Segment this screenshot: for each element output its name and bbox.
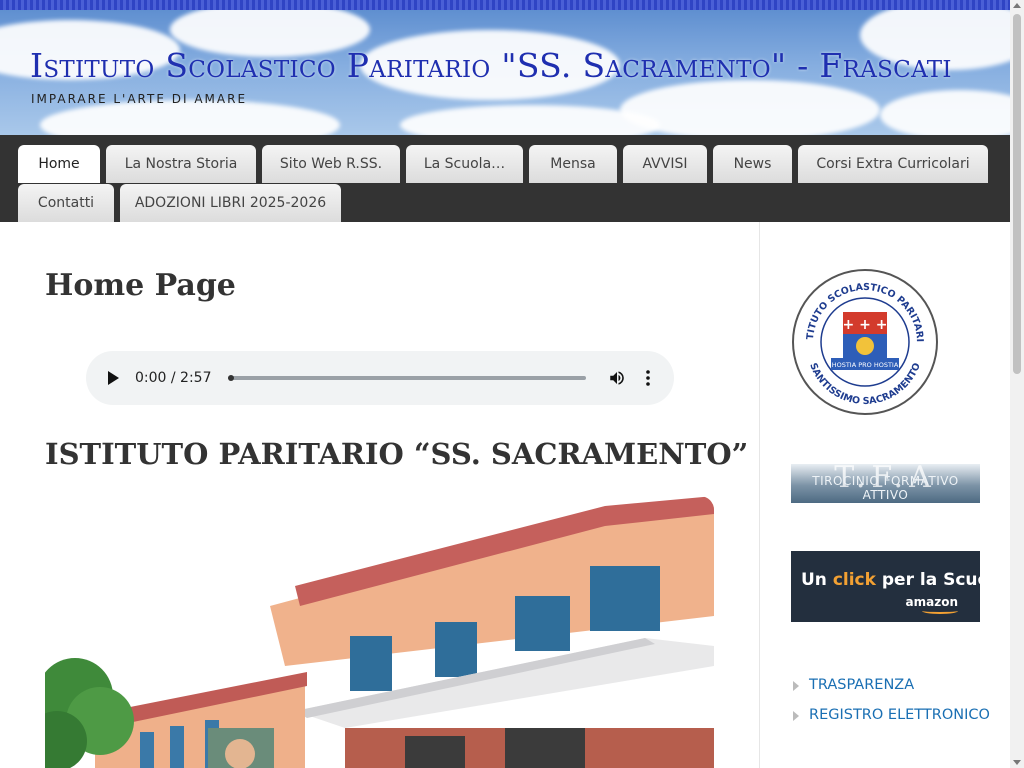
scroll-up-icon[interactable] [1013,3,1021,8]
school-building-photo [45,496,714,768]
logo-motto: HOSTIA PRO HOSTIA [832,361,899,369]
nav-la-nostra-storia[interactable]: La Nostra Storia [106,145,256,183]
scrollbar-thumb[interactable] [1013,14,1021,374]
nav-contatti[interactable]: Contatti [18,184,114,222]
audio-progress-knob[interactable] [227,375,234,381]
nav-home[interactable]: Home [18,145,100,183]
nav-news[interactable]: News [713,145,792,183]
nav-la-scuola[interactable]: La Scuola… [406,145,523,183]
sidebar-links: TRASPARENZA REGISTRO ELETTRONICO [793,670,993,730]
section-title: ISTITUTO PARITARIO “SS. SACRAMENTO” [45,437,749,471]
site-title[interactable]: Istituto Scolastico Paritario "SS. Sacra… [30,46,952,85]
nav-corsi-extra-curricolari[interactable]: Corsi Extra Curricolari [798,145,988,183]
main-content: Home Page 0:00 / 2:57 ISTITUTO PARITARIO… [0,222,759,768]
nav-sito-web-rss[interactable]: Sito Web R.SS. [262,145,400,183]
tfa-caption: TIROCINIO FORMATIVO ATTIVO [812,474,959,502]
school-logo[interactable]: ISTITUTO SCOLASTICO PARITARIO SANTISSIMO… [791,268,939,416]
more-vert-icon[interactable] [640,369,656,387]
sidebar: ISTITUTO SCOLASTICO PARITARIO SANTISSIMO… [759,222,1010,768]
svg-text:+ + +: + + + [843,317,888,333]
page-scrollbar[interactable] [1010,0,1024,768]
link-registro-elettronico[interactable]: REGISTRO ELETTRONICO [793,700,993,730]
link-trasparenza[interactable]: TRASPARENZA [793,670,993,700]
audio-progress-bar[interactable] [227,375,586,381]
play-icon[interactable] [108,371,119,385]
amazon-smile-icon [922,608,958,614]
amazon-banner-text: Un click per la Scuola [801,570,1007,590]
nav-adozioni-libri[interactable]: ADOZIONI LIBRI 2025-2026 [120,184,341,222]
nav-mensa[interactable]: Mensa [529,145,617,183]
amazon-brand: amazon [905,595,958,609]
top-stripe [0,0,1010,10]
page-title: Home Page [45,268,236,303]
audio-time: 0:00 / 2:57 [135,370,212,386]
scroll-down-icon[interactable] [1013,760,1021,765]
site-tagline: Imparare l'arte di amare [31,92,248,106]
site-header: Istituto Scolastico Paritario "SS. Sacra… [0,10,1010,135]
tfa-banner[interactable]: T.F.A TIROCINIO FORMATIVO ATTIVO [791,464,980,503]
amazon-click-per-la-scuola-banner[interactable]: Un click per la Scuola amazon [791,551,1007,622]
nav-avvisi[interactable]: AVVISI [623,145,707,183]
cloud-decoration [880,90,1010,135]
audio-player: 0:00 / 2:57 [86,351,674,405]
volume-icon[interactable] [608,369,626,387]
main-navigation: Home La Nostra Storia Sito Web R.SS. La … [0,135,1010,222]
